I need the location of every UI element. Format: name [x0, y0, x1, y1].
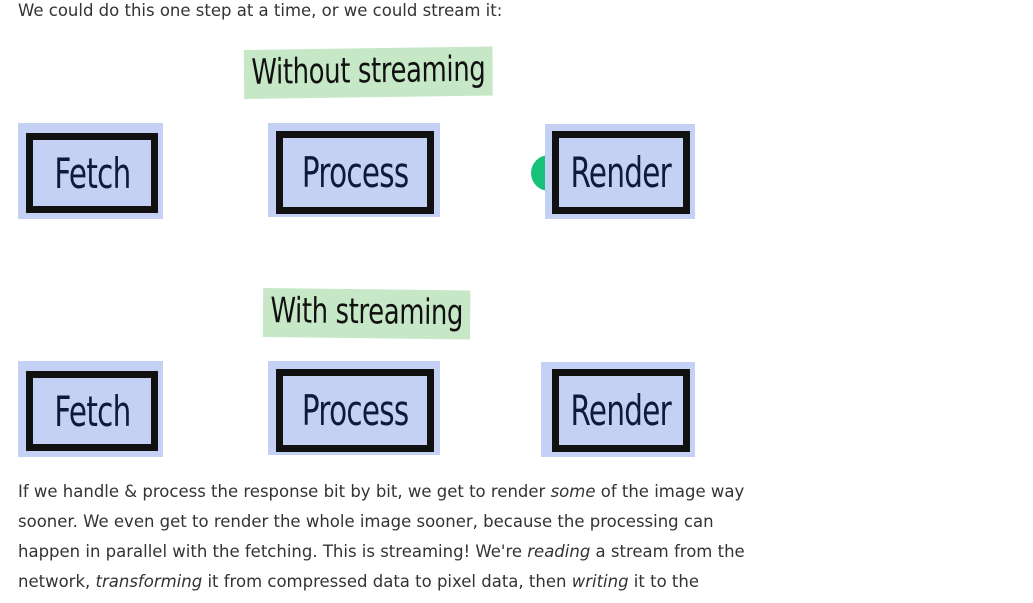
text-segment: If we handle & process the response bit …	[18, 482, 551, 501]
text-segment: network,	[18, 572, 96, 591]
emphasis-some: some	[550, 482, 596, 501]
process-label-2: Process	[301, 386, 409, 435]
body-line-1: If we handle & process the response bit …	[18, 477, 744, 507]
body-paragraph: If we handle & process the response bit …	[18, 477, 745, 597]
render-box-1: Render	[552, 131, 690, 214]
fetch-box-2: Fetch	[26, 371, 158, 451]
fetch-label-1: Fetch	[53, 148, 131, 198]
text-segment: it to the	[628, 572, 699, 591]
intro-paragraph: We could do this one step at a time, or …	[18, 1, 503, 20]
render-label-2: Render	[570, 386, 672, 435]
process-box-1: Process	[276, 131, 434, 214]
fetch-label-2: Fetch	[53, 386, 131, 436]
text-segment: sooner. We even get to render the whole …	[18, 512, 714, 531]
heading-with-streaming: With streaming	[262, 288, 471, 340]
emphasis-reading: reading	[527, 542, 591, 561]
emphasis-transforming: transforming	[95, 572, 203, 591]
body-line-3: happen in parallel with the fetching. Th…	[18, 537, 745, 567]
process-box-2: Process	[276, 369, 434, 452]
text-segment: it from compressed data to pixel data, t…	[202, 572, 572, 591]
text-segment: of the image way	[595, 482, 745, 501]
fetch-box-1: Fetch	[26, 133, 158, 213]
render-label-1: Render	[570, 148, 672, 197]
render-box-2: Render	[552, 369, 690, 452]
body-line-2: sooner. We even get to render the whole …	[18, 507, 714, 537]
body-line-4: network, transforming it from compressed…	[18, 567, 708, 597]
text-segment: happen in parallel with the fetching. Th…	[18, 542, 528, 561]
process-label-1: Process	[301, 148, 409, 197]
heading-without-streaming: Without streaming	[243, 46, 493, 99]
emphasis-writing: writing	[571, 572, 629, 591]
text-segment: a stream from the	[590, 542, 745, 561]
